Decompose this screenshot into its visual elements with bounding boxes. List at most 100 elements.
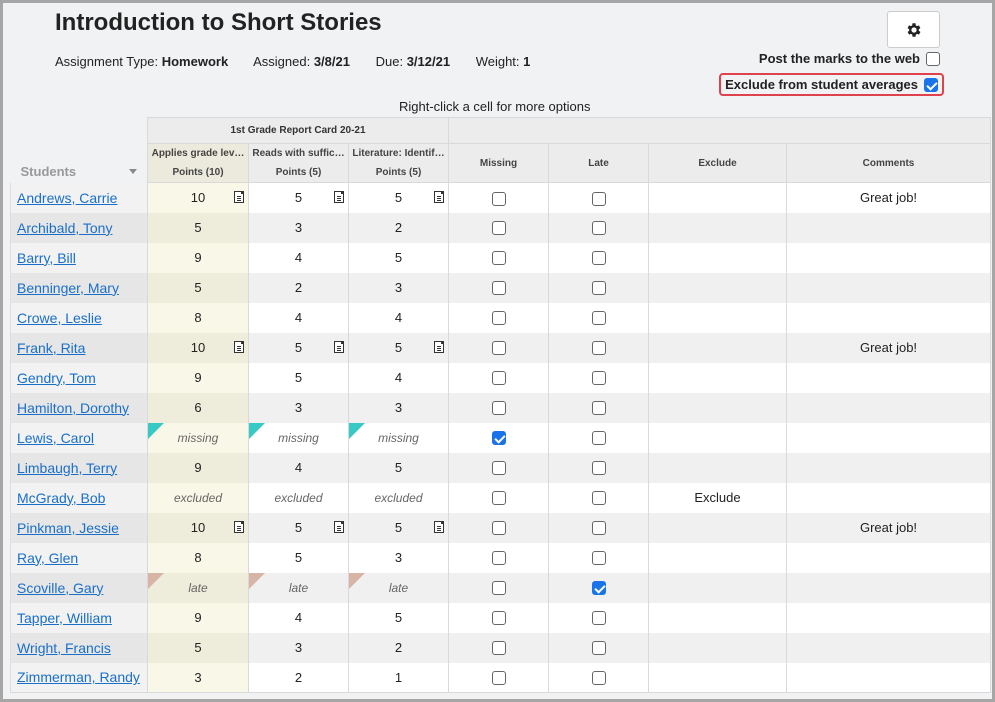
score-cell[interactable]: 3	[348, 542, 449, 573]
score-cell[interactable]: 5	[147, 272, 249, 303]
score-cell[interactable]: 4	[248, 602, 349, 633]
comment-cell[interactable]	[786, 302, 991, 333]
score-cell[interactable]: 3	[348, 272, 449, 303]
score-cell[interactable]: 2	[248, 272, 349, 303]
comment-cell[interactable]	[786, 542, 991, 573]
score-cell[interactable]: excluded	[248, 482, 349, 513]
exclude-cell[interactable]: Exclude	[648, 482, 787, 513]
score-cell[interactable]: 2	[348, 212, 449, 243]
score-cell[interactable]: 9	[147, 602, 249, 633]
student-link[interactable]: Wright, Francis	[17, 640, 111, 656]
student-link[interactable]: Limbaugh, Terry	[17, 460, 117, 476]
comment-cell[interactable]: Great job!	[786, 512, 991, 543]
score-cell[interactable]: 8	[147, 542, 249, 573]
late-checkbox[interactable]	[591, 521, 606, 536]
missing-checkbox[interactable]	[491, 461, 506, 476]
exclude-cell[interactable]	[648, 572, 787, 603]
note-icon[interactable]	[234, 340, 244, 353]
student-link[interactable]: Lewis, Carol	[17, 430, 94, 446]
exclude-cell[interactable]	[648, 272, 787, 303]
score-cell[interactable]: 5	[348, 602, 449, 633]
exclude-cell[interactable]	[648, 242, 787, 273]
note-icon[interactable]	[434, 520, 444, 533]
comment-cell[interactable]	[786, 632, 991, 663]
exclude-cell[interactable]	[648, 452, 787, 483]
score-cell[interactable]: 8	[147, 302, 249, 333]
exclude-cell[interactable]	[648, 302, 787, 333]
late-checkbox[interactable]	[591, 191, 606, 206]
score-cell[interactable]: 9	[147, 242, 249, 273]
comment-cell[interactable]: Great job!	[786, 332, 991, 363]
missing-checkbox[interactable]	[491, 671, 506, 686]
score-cell[interactable]: 4	[248, 242, 349, 273]
student-link[interactable]: Zimmerman, Randy	[17, 669, 140, 685]
student-link[interactable]: Barry, Bill	[17, 250, 76, 266]
note-icon[interactable]	[334, 340, 344, 353]
score-cell[interactable]: late	[147, 572, 249, 603]
score-cell[interactable]: 10	[147, 512, 249, 543]
score-cell[interactable]: 1	[348, 662, 449, 693]
comment-cell[interactable]	[786, 362, 991, 393]
late-checkbox[interactable]	[591, 461, 606, 476]
missing-checkbox[interactable]	[491, 431, 506, 446]
missing-checkbox[interactable]	[491, 611, 506, 626]
comment-cell[interactable]	[786, 272, 991, 303]
score-cell[interactable]: excluded	[147, 482, 249, 513]
student-link[interactable]: Ray, Glen	[17, 550, 78, 566]
score-cell[interactable]: 5	[248, 512, 349, 543]
student-link[interactable]: Tapper, William	[17, 610, 112, 626]
score-cell[interactable]: 4	[348, 302, 449, 333]
sort-dropdown-icon[interactable]	[129, 168, 137, 174]
missing-checkbox[interactable]	[491, 371, 506, 386]
standard-column-header[interactable]: Applies grade lev… Points (10)	[147, 143, 249, 183]
score-cell[interactable]: 5	[348, 242, 449, 273]
score-cell[interactable]: 2	[348, 632, 449, 663]
comment-cell[interactable]	[786, 482, 991, 513]
score-cell[interactable]: 5	[248, 332, 349, 363]
student-link[interactable]: Crowe, Leslie	[17, 310, 102, 326]
score-cell[interactable]: 5	[147, 632, 249, 663]
missing-checkbox[interactable]	[491, 311, 506, 326]
settings-button[interactable]	[887, 11, 940, 48]
score-cell[interactable]: excluded	[348, 482, 449, 513]
score-cell[interactable]: 10	[147, 182, 249, 213]
score-cell[interactable]: 5	[248, 362, 349, 393]
late-checkbox[interactable]	[591, 281, 606, 296]
score-cell[interactable]: 3	[348, 392, 449, 423]
late-checkbox[interactable]	[591, 551, 606, 566]
score-cell[interactable]: 9	[147, 362, 249, 393]
score-cell[interactable]: 5	[147, 212, 249, 243]
missing-checkbox[interactable]	[491, 191, 506, 206]
missing-checkbox[interactable]	[491, 281, 506, 296]
post-marks-option[interactable]: Post the marks to the web	[759, 51, 940, 66]
student-link[interactable]: Pinkman, Jessie	[17, 520, 119, 536]
late-checkbox[interactable]	[591, 401, 606, 416]
student-link[interactable]: Archibald, Tony	[17, 220, 112, 236]
student-link[interactable]: McGrady, Bob	[17, 490, 105, 506]
late-checkbox[interactable]	[591, 341, 606, 356]
comment-cell[interactable]	[786, 572, 991, 603]
score-cell[interactable]: 2	[248, 662, 349, 693]
missing-checkbox[interactable]	[491, 401, 506, 416]
late-checkbox[interactable]	[591, 371, 606, 386]
score-cell[interactable]: 4	[248, 452, 349, 483]
student-link[interactable]: Gendry, Tom	[17, 370, 96, 386]
exclude-cell[interactable]	[648, 602, 787, 633]
comment-cell[interactable]	[786, 422, 991, 453]
comment-cell[interactable]	[786, 242, 991, 273]
score-cell[interactable]: 3	[248, 632, 349, 663]
score-cell[interactable]: 3	[147, 662, 249, 693]
score-cell[interactable]: 5	[348, 182, 449, 213]
score-cell[interactable]: 5	[248, 182, 349, 213]
missing-checkbox[interactable]	[491, 491, 506, 506]
comment-cell[interactable]	[786, 662, 991, 693]
exclude-averages-option[interactable]: Exclude from student averages	[719, 73, 944, 96]
late-checkbox[interactable]	[591, 641, 606, 656]
missing-checkbox[interactable]	[491, 641, 506, 656]
score-cell[interactable]: missing	[147, 422, 249, 453]
standard-column-header[interactable]: Reads with suffic… Points (5)	[248, 143, 349, 183]
student-link[interactable]: Hamilton, Dorothy	[17, 400, 129, 416]
missing-checkbox[interactable]	[491, 581, 506, 596]
missing-checkbox[interactable]	[491, 221, 506, 236]
score-cell[interactable]: 5	[348, 452, 449, 483]
